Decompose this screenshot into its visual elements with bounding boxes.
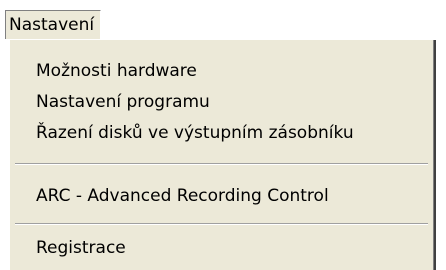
menu-nastaveni[interactable]: Nastavení bbox=[5, 10, 102, 39]
menu-item-nastaveni-programu[interactable]: Nastavení programu bbox=[36, 87, 210, 117]
menu-item-arc[interactable]: ARC - Advanced Recording Control bbox=[36, 181, 329, 211]
menu-item-registrace[interactable]: Registrace bbox=[36, 233, 126, 263]
menu-separator bbox=[15, 223, 428, 225]
dropdown-menu: Možnosti hardware Nastavení programu Řaz… bbox=[8, 40, 436, 270]
menu-separator bbox=[15, 163, 428, 165]
menu-item-razeni-disku[interactable]: Řazení disků ve výstupním zásobníku bbox=[36, 118, 354, 148]
menu-item-moznosti-hardware[interactable]: Možnosti hardware bbox=[36, 56, 197, 86]
menu-bar: Nastavení bbox=[0, 0, 446, 44]
